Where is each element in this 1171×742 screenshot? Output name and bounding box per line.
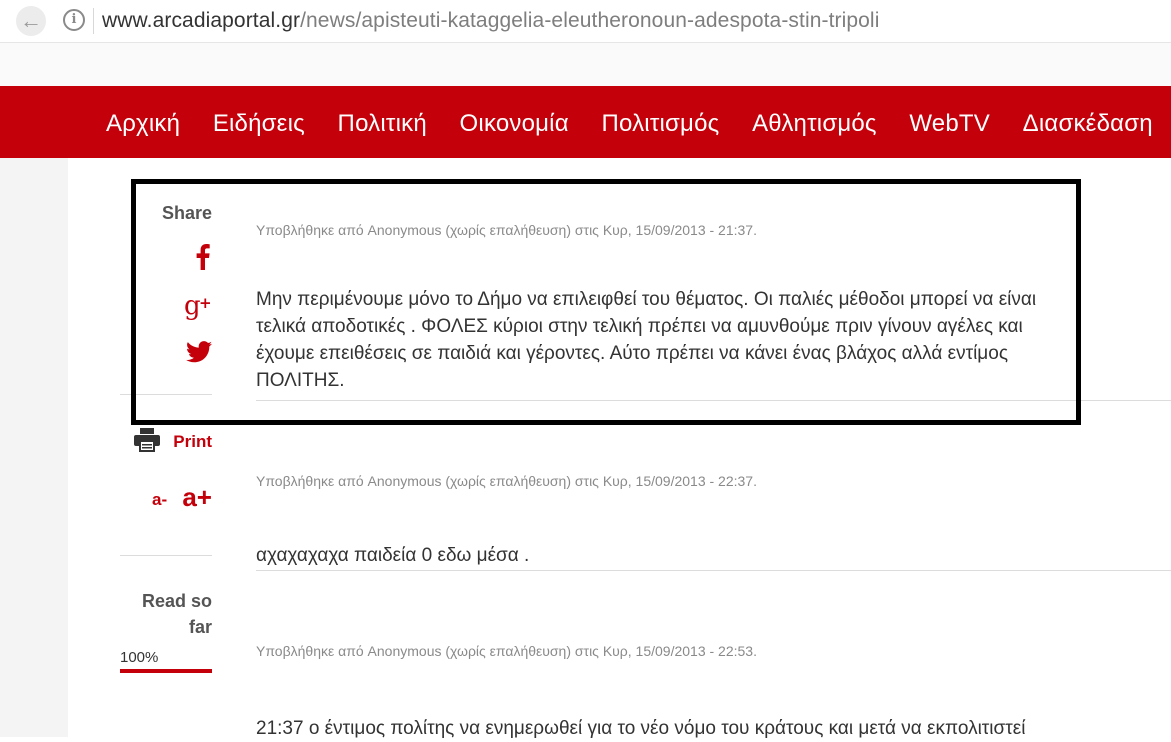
nav-item-politics[interactable]: Πολιτική bbox=[338, 110, 427, 138]
browser-address-bar: ← i www.arcadiaportal.gr/news/apisteuti-… bbox=[0, 0, 1171, 43]
sidebar-divider bbox=[120, 394, 212, 395]
main-nav: Αρχική Ειδήσεις Πολιτική Οικονομία Πολιτ… bbox=[0, 86, 1171, 158]
svg-text:+: + bbox=[199, 294, 212, 312]
comment-body: Μην περιμένουμε μόνο το Δήμο να επιλειφθ… bbox=[256, 286, 1171, 394]
nav-item-sports[interactable]: Αθλητισμός bbox=[752, 110, 877, 138]
printer-icon bbox=[134, 428, 160, 452]
nav-item-home[interactable]: Αρχική bbox=[106, 110, 180, 138]
read-percent: 100% bbox=[120, 649, 159, 666]
url-path: /news/apisteuti-kataggelia-eleutheronoun… bbox=[300, 9, 880, 32]
nav-item-economy[interactable]: Οικονομία bbox=[460, 110, 569, 138]
comment-line: 21:37 ο έντιμος πολίτης να ενημερωθεί γι… bbox=[256, 718, 1026, 739]
url-divider bbox=[93, 8, 94, 34]
comment-line: Μην περιμένουμε μόνο το Δήμο να επιλειφθ… bbox=[256, 289, 1037, 310]
comment: Υποβλήθηκε από Anonymous (χωρίς επαλήθευ… bbox=[256, 642, 1171, 742]
comment-divider bbox=[256, 400, 1171, 401]
comment-meta: Υποβλήθηκε από Anonymous (χωρίς επαλήθευ… bbox=[256, 222, 757, 238]
nav-item-webtv[interactable]: WebTV bbox=[909, 110, 990, 138]
font-increase-button[interactable]: a+ bbox=[182, 482, 212, 513]
nav-item-news[interactable]: Ειδήσεις bbox=[213, 110, 305, 138]
comment-body: αχαχαχαχα παιδεία 0 εδω μέσα . bbox=[256, 542, 1171, 569]
comment: Υποβλήθηκε από Anonymous (χωρίς επαλήθευ… bbox=[256, 472, 1171, 569]
article-sidebar: Share g + Print a- a+ Read so far 100% bbox=[120, 158, 212, 737]
header-strip bbox=[0, 43, 1171, 86]
comment-divider bbox=[256, 570, 1171, 571]
comment-line: έχουμε επειθέσεις σε παιδιά και γέροντες… bbox=[256, 343, 1008, 364]
left-gutter bbox=[0, 158, 68, 737]
url-host: www.arcadiaportal.gr bbox=[102, 9, 301, 32]
comment-body: 21:37 ο έντιμος πολίτης να ενημερωθεί γι… bbox=[256, 715, 1171, 742]
google-plus-icon[interactable]: g + bbox=[184, 290, 212, 320]
comment-meta: Υποβλήθηκε από Anonymous (χωρίς επαλήθευ… bbox=[256, 643, 757, 659]
share-label: Share bbox=[161, 203, 212, 223]
back-arrow-icon[interactable]: ← bbox=[16, 6, 46, 36]
url-field[interactable]: www.arcadiaportal.gr/news/apisteuti-kata… bbox=[102, 8, 879, 34]
site-info-icon[interactable]: i bbox=[63, 9, 85, 31]
nav-item-culture[interactable]: Πολιτισμός bbox=[601, 110, 719, 138]
print-label: Print bbox=[173, 432, 212, 451]
comment: Υποβλήθηκε από Anonymous (χωρίς επαλήθευ… bbox=[256, 221, 1171, 394]
read-so-far-label: Read so far bbox=[141, 591, 212, 637]
font-decrease-button[interactable]: a- bbox=[152, 490, 167, 510]
sidebar-divider bbox=[120, 555, 212, 556]
comment-line: αχαχαχαχα παιδεία 0 εδω μέσα . bbox=[256, 545, 530, 566]
twitter-icon[interactable] bbox=[186, 341, 212, 363]
comment-meta: Υποβλήθηκε από Anonymous (χωρίς επαλήθευ… bbox=[256, 473, 757, 489]
comment-line: ΠΟΛΙΤΗΣ. bbox=[256, 370, 345, 391]
read-progress-fill bbox=[120, 669, 212, 673]
nav-item-entertainment[interactable]: Διασκέδαση bbox=[1023, 110, 1153, 138]
nav-list: Αρχική Ειδήσεις Πολιτική Οικονομία Πολιτ… bbox=[106, 110, 1171, 138]
print-button[interactable]: Print bbox=[120, 428, 212, 456]
comment-line: τελικά αποδοτικές . ΦΟΛΕΣ κύριοι στην τε… bbox=[256, 316, 1023, 337]
read-progress-bar bbox=[120, 669, 212, 673]
facebook-icon[interactable] bbox=[196, 244, 210, 270]
